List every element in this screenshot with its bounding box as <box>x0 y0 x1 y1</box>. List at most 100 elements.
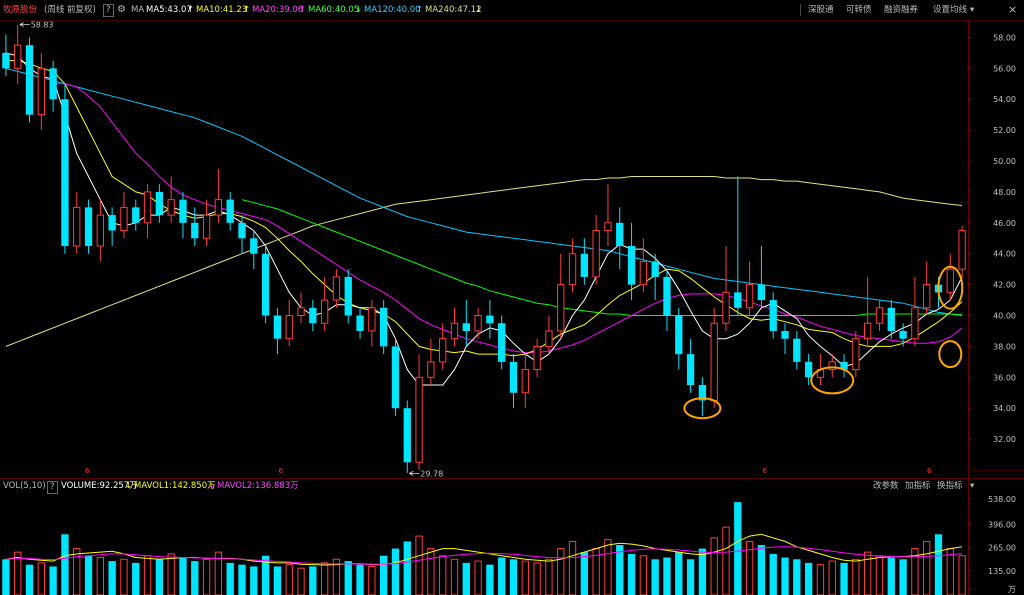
volume-bar-12 <box>143 555 152 595</box>
volume-bar-29 <box>344 561 352 595</box>
price-tick-label-8: 42.00 <box>993 281 1016 290</box>
candle-14 <box>167 176 175 223</box>
candle-body <box>450 322 459 340</box>
volume-bar-38 <box>450 558 459 595</box>
volume-bar-78 <box>923 540 931 595</box>
price-tick-label-1: 56.00 <box>993 64 1016 73</box>
candle-22 <box>261 246 270 324</box>
volume-bar-61 <box>722 526 730 595</box>
vol-help-button[interactable]: ? <box>47 481 58 494</box>
candle-body <box>84 207 93 246</box>
volume-bar-13 <box>155 559 164 595</box>
volume-bar-60 <box>710 537 718 595</box>
candle-15 <box>179 191 187 239</box>
volume-bar-11 <box>132 562 140 595</box>
candle-body <box>486 315 494 324</box>
highlight-circle-2 <box>938 340 963 369</box>
candle-body <box>167 199 175 216</box>
volume-axis: 538.00 396.00 265.00 135.00 万 <box>968 495 1016 594</box>
price-tick-label-7: 44.00 <box>993 250 1016 259</box>
volume-bar-49 <box>580 552 589 595</box>
candle-52 <box>616 207 624 270</box>
volume-bar-40 <box>474 560 482 595</box>
candle-9 <box>108 207 116 246</box>
price-tick-label-10: 38.00 <box>993 342 1016 351</box>
candle-body <box>2 52 10 69</box>
candle-40 <box>474 307 482 339</box>
candle-38 <box>450 307 459 347</box>
candle-body <box>61 99 69 246</box>
price-tick-label-4: 50.00 <box>993 157 1016 166</box>
volume-bar-72 <box>852 558 860 595</box>
candle-body <box>132 207 140 223</box>
volume-bar-51 <box>604 539 612 595</box>
volume-bar-9 <box>108 561 116 595</box>
volume-bar-10 <box>120 558 128 595</box>
candle-body <box>403 408 411 463</box>
volume-bar-48 <box>568 540 577 595</box>
candle-31 <box>368 300 376 347</box>
candle-body <box>875 307 884 324</box>
volume-bar-23 <box>273 566 282 595</box>
candle-body <box>521 369 529 394</box>
candle-body <box>49 68 57 100</box>
candle-body <box>757 284 766 301</box>
candlestick-chart[interactable]: 58.8329.78 58.00 56.00 54.00 52.00 50.00 48.0… <box>0 0 1024 595</box>
volume-bar-54 <box>639 555 648 595</box>
volume-bar-71 <box>840 562 848 595</box>
candle-0 <box>2 34 10 77</box>
candle-5 <box>61 83 69 254</box>
volume-bar-30 <box>356 564 364 595</box>
candle-7 <box>84 199 93 254</box>
candle-body <box>474 315 482 332</box>
volume-bar-70 <box>828 560 836 595</box>
candle-body <box>462 323 470 331</box>
volume-bar-7 <box>84 555 93 595</box>
volume-tick-label-4: 万 <box>1008 585 1016 594</box>
volume-bar-41 <box>486 564 494 595</box>
candle-4 <box>49 60 57 112</box>
volume-chart <box>2 502 966 595</box>
candle-body <box>863 322 872 340</box>
candle-body <box>923 284 931 309</box>
ma20-line <box>53 83 963 354</box>
candle-body <box>250 238 258 254</box>
volume-bar-76 <box>899 559 907 595</box>
change-indicator-button[interactable]: 换指标 <box>937 479 963 494</box>
candle-46 <box>545 315 553 355</box>
candle-59 <box>698 377 707 416</box>
candle-body <box>73 206 81 247</box>
volume-bar-79 <box>934 534 943 595</box>
volume-bar-42 <box>498 557 506 595</box>
add-indicator-button[interactable]: 加指标 <box>905 479 931 494</box>
volume-bar-45 <box>533 562 541 595</box>
volume-dropdown-arrow-icon[interactable]: ▾ <box>970 479 974 494</box>
candle-body <box>379 307 388 347</box>
volume-bar-39 <box>462 562 470 595</box>
mavol2-value: MAVOL2:136.883万 <box>217 481 299 491</box>
candle-64 <box>757 246 766 308</box>
price-tick-label-11: 36.00 <box>993 373 1016 382</box>
candle-body <box>710 322 718 401</box>
price-axis: 58.00 56.00 54.00 52.00 50.00 48.00 46.00 44.00… <box>968 33 1016 444</box>
candle-body <box>273 315 282 339</box>
candle-body <box>509 361 518 393</box>
candle-24 <box>285 300 293 347</box>
volume-bar-46 <box>545 558 553 595</box>
candle-body <box>686 354 695 386</box>
candle-10 <box>120 191 128 239</box>
candles <box>2 25 966 474</box>
volume-bar-3 <box>37 562 45 595</box>
candle-61 <box>722 246 730 331</box>
candle-body <box>391 346 400 409</box>
candle-74 <box>875 300 884 331</box>
candle-72 <box>852 330 860 378</box>
volume-bar-14 <box>167 553 175 595</box>
edit-params-button[interactable]: 改参数 <box>873 479 899 494</box>
candle-body <box>639 260 648 286</box>
volume-bar-35 <box>415 535 423 595</box>
candle-73 <box>863 276 872 347</box>
candle-body <box>675 315 683 355</box>
candle-62 <box>734 176 742 316</box>
vol-label: VOL(5,10) <box>3 481 46 491</box>
